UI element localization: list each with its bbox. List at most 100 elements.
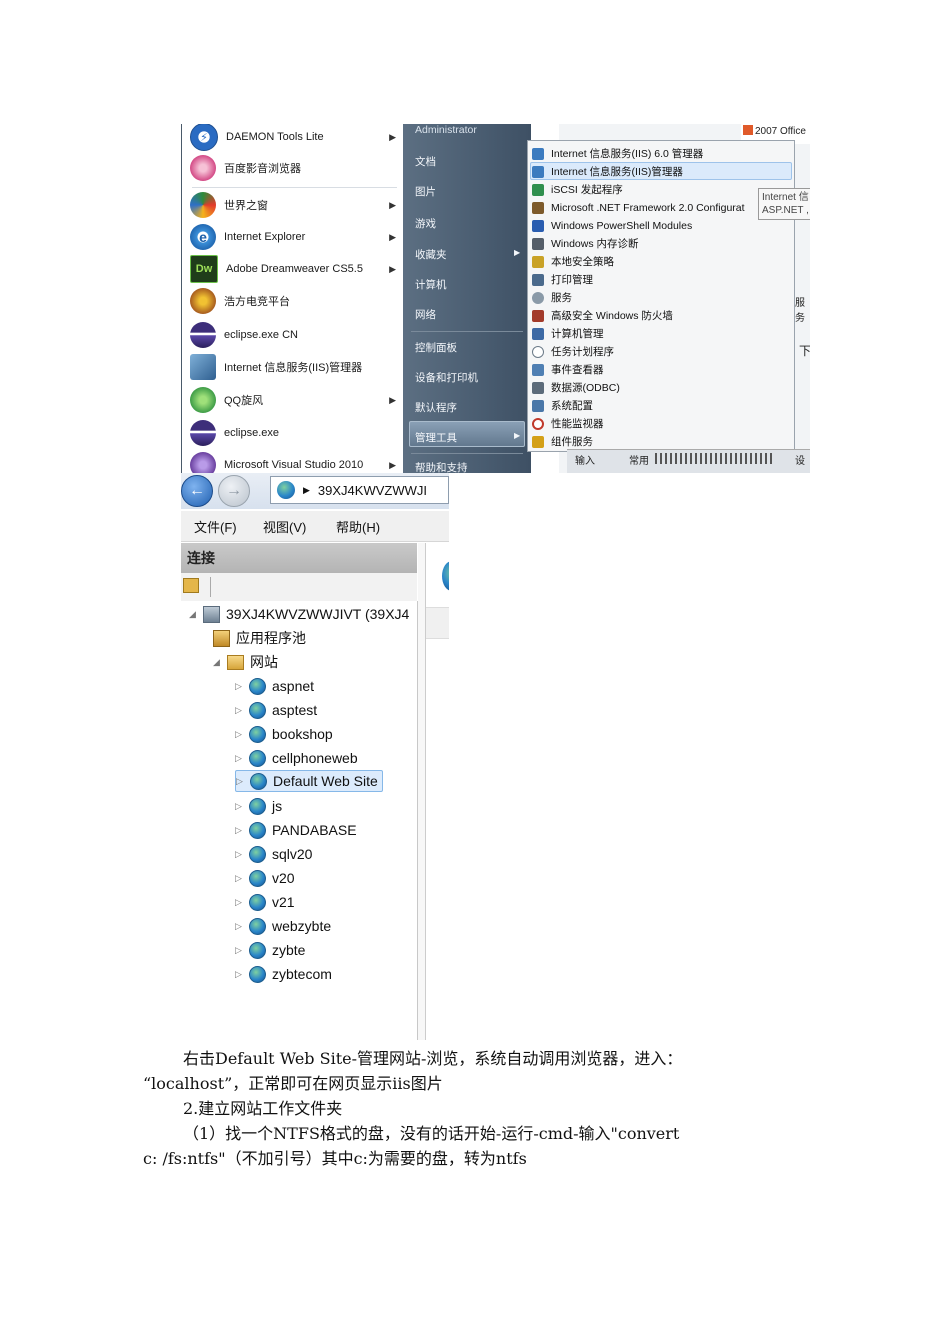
- submenu-performance-monitor[interactable]: 性能监视器: [532, 415, 790, 432]
- site-node[interactable]: ▷ sqlv20: [235, 843, 312, 865]
- menu-network[interactable]: 网络: [415, 307, 436, 322]
- site-node[interactable]: ▷ zybtecom: [235, 963, 332, 985]
- menu-computer[interactable]: 计算机: [415, 277, 447, 292]
- program-dreamweaver[interactable]: Dw Adobe Dreamweaver CS5.5 ▶: [190, 254, 402, 284]
- start-menu-programs: ⚡ DAEMON Tools Lite ▶ 百度影音浏览器 世界之窗 ▶ e I…: [181, 124, 403, 473]
- program-daemon-tools[interactable]: ⚡ DAEMON Tools Lite ▶: [190, 124, 402, 152]
- program-visual-studio[interactable]: Microsoft Visual Studio 2010 ▶: [190, 450, 402, 473]
- menu-bar: 文件(F) 视图(V) 帮助(H): [181, 511, 449, 542]
- expand-icon[interactable]: ▷: [236, 776, 246, 787]
- collapse-icon[interactable]: ◢: [213, 657, 223, 668]
- program-internet-explorer[interactable]: e Internet Explorer ▶: [190, 222, 402, 252]
- site-node-selected[interactable]: ▷ Default Web Site: [235, 770, 383, 792]
- program-qq-xuanfeng[interactable]: QQ旋风 ▶: [190, 385, 402, 415]
- menu-documents[interactable]: 文档: [415, 154, 436, 169]
- address-text: 39XJ4KWVZWWJI: [317, 482, 427, 498]
- printer-icon: [532, 273, 544, 286]
- menu-devices-printers[interactable]: 设备和打印机: [415, 370, 478, 385]
- address-field[interactable]: ▶ 39XJ4KWVZWWJI: [270, 476, 449, 504]
- site-node[interactable]: ▷ v21: [235, 891, 295, 913]
- submenu-task-scheduler[interactable]: 任务计划程序: [532, 343, 790, 360]
- expand-icon[interactable]: ▷: [235, 873, 245, 884]
- expand-icon[interactable]: ▷: [235, 705, 245, 716]
- divider: [411, 331, 523, 332]
- expand-icon[interactable]: ▷: [235, 801, 245, 812]
- menu-help[interactable]: 帮助(H): [336, 517, 380, 536]
- site-node[interactable]: ▷ zybte: [235, 939, 305, 961]
- menu-control-panel[interactable]: 控制面板: [415, 340, 457, 355]
- submenu-iscsi[interactable]: iSCSI 发起程序: [532, 181, 790, 198]
- menu-default-programs[interactable]: 默认程序: [415, 400, 457, 415]
- strip-settings: 设: [795, 456, 805, 467]
- program-eclipse-cn[interactable]: eclipse.exe CN: [190, 320, 402, 350]
- expand-icon[interactable]: ▷: [235, 753, 245, 764]
- gears-icon: [532, 291, 544, 304]
- program-iis-manager[interactable]: Internet 信息服务(IIS)管理器: [190, 352, 402, 382]
- submenu-system-config[interactable]: 系统配置: [532, 397, 790, 414]
- chevron-right-icon: ▶: [389, 394, 396, 405]
- system-config-icon: [532, 399, 544, 412]
- site-node[interactable]: ▷ webzybte: [235, 915, 331, 937]
- globe-icon: [249, 965, 266, 983]
- chevron-right-icon: ▶: [514, 248, 521, 257]
- submenu-odbc[interactable]: 数据源(ODBC): [532, 379, 790, 396]
- submenu-computer-management[interactable]: 计算机管理: [532, 325, 790, 342]
- component-services-icon: [532, 435, 544, 448]
- menu-games[interactable]: 游戏: [415, 216, 436, 231]
- tree-server-node[interactable]: ◢ 39XJ4KWVZWWJIVT (39XJ4: [189, 603, 409, 625]
- strip-common: 常用: [629, 456, 649, 467]
- expand-icon[interactable]: ▷: [235, 945, 245, 956]
- submenu-iis6-manager[interactable]: Internet 信息服务(IIS) 6.0 管理器: [532, 145, 790, 162]
- expand-icon[interactable]: ▷: [235, 729, 245, 740]
- expand-icon[interactable]: ▷: [235, 921, 245, 932]
- expand-icon[interactable]: ▷: [235, 849, 245, 860]
- program-haofang[interactable]: 浩方电竞平台: [190, 286, 402, 316]
- chevron-right-icon: ▶: [389, 459, 396, 470]
- menu-favorites[interactable]: 收藏夹: [415, 247, 447, 262]
- menu-admin-tools[interactable]: 管理工具: [415, 430, 457, 445]
- submenu-memory-diagnostic[interactable]: Windows 内存诊断: [532, 235, 790, 252]
- site-node[interactable]: ▷ bookshop: [235, 723, 333, 745]
- site-node[interactable]: ▷ v20: [235, 867, 295, 889]
- menu-file[interactable]: 文件(F): [194, 517, 237, 536]
- content-pane-inner: [425, 543, 449, 1040]
- tooltip: Internet 信 ASP.NET ,: [758, 188, 810, 220]
- tree-app-pools[interactable]: 应用程序池: [213, 627, 306, 649]
- iis6-icon: [532, 147, 544, 160]
- connect-icon[interactable]: [183, 578, 199, 593]
- submenu-component-services[interactable]: 组件服务: [532, 433, 790, 450]
- iis-globe-icon: [277, 481, 295, 499]
- submenu-iis-manager[interactable]: Internet 信息服务(IIS)管理器: [532, 163, 790, 180]
- back-button[interactable]: ←: [181, 475, 213, 507]
- program-eclipse[interactable]: eclipse.exe: [190, 418, 402, 448]
- site-node[interactable]: ▷ js: [235, 795, 282, 817]
- submenu-event-viewer[interactable]: 事件查看器: [532, 361, 790, 378]
- collapse-icon[interactable]: ◢: [189, 609, 199, 620]
- submenu-local-security-policy[interactable]: 本地安全策略: [532, 253, 790, 270]
- expand-icon[interactable]: ▷: [235, 825, 245, 836]
- expand-icon[interactable]: ▷: [235, 681, 245, 692]
- site-node[interactable]: ▷ PANDABASE: [235, 819, 357, 841]
- office-icon: [743, 125, 753, 135]
- chevron-right-icon: ▶: [389, 199, 396, 210]
- site-node[interactable]: ▷ aspnet: [235, 675, 314, 697]
- program-theworld[interactable]: 世界之窗 ▶: [190, 190, 402, 220]
- submenu-powershell-modules[interactable]: Windows PowerShell Modules: [532, 217, 790, 234]
- tree-sites[interactable]: ◢ 网站: [213, 651, 278, 673]
- menu-view[interactable]: 视图(V): [263, 517, 306, 536]
- expand-icon[interactable]: ▷: [235, 897, 245, 908]
- menu-pictures[interactable]: 图片: [415, 184, 436, 199]
- site-node[interactable]: ▷ asptest: [235, 699, 317, 721]
- submenu-print-management[interactable]: 打印管理: [532, 271, 790, 288]
- expand-icon[interactable]: ▷: [235, 969, 245, 980]
- submenu-services[interactable]: 服务: [532, 289, 790, 306]
- connections-tree: ◢ 39XJ4KWVZWWJIVT (39XJ4 应用程序池 ◢ 网站 ▷ asp…: [181, 601, 418, 1040]
- program-baidu-player[interactable]: 百度影音浏览器: [190, 153, 402, 183]
- submenu-firewall[interactable]: 高级安全 Windows 防火墙: [532, 307, 790, 324]
- globe-icon: [250, 772, 267, 790]
- forward-button[interactable]: →: [218, 475, 250, 507]
- eclipse-icon: [190, 420, 216, 446]
- site-node[interactable]: ▷ cellphoneweb: [235, 747, 358, 769]
- menu-help-support[interactable]: 帮助和支持: [415, 460, 468, 473]
- submenu-dotnet-config[interactable]: Microsoft .NET Framework 2.0 Configurat: [532, 199, 790, 216]
